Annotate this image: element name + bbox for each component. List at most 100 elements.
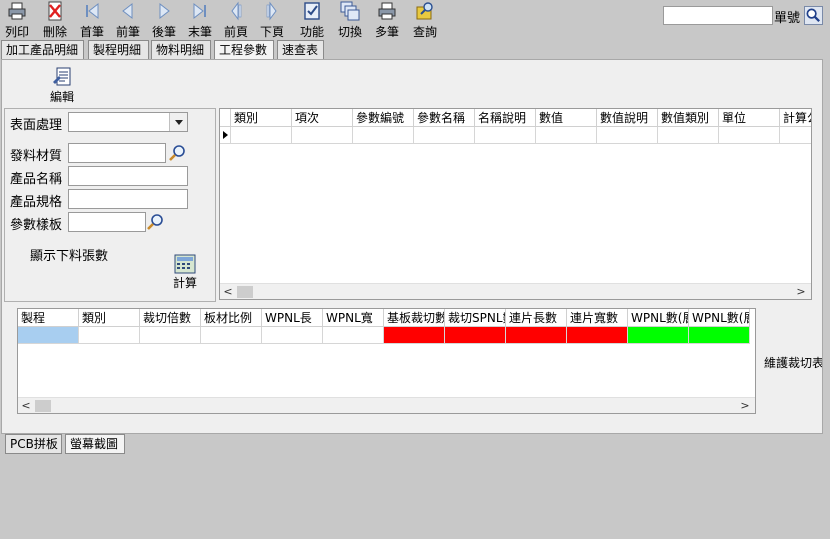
column-header[interactable]: 數值 [536, 109, 597, 127]
grid-cell[interactable] [445, 327, 506, 344]
maintain-cut-table-label[interactable]: 維護裁切表 [764, 354, 822, 371]
row-indicator[interactable] [220, 127, 231, 144]
grid-cell[interactable] [18, 327, 79, 344]
horizontal-scrollbar[interactable]: < > [18, 397, 755, 413]
column-header[interactable]: 連片長數 [506, 309, 567, 327]
material-input[interactable] [68, 143, 166, 163]
product-spec-label: 產品規格 [10, 195, 63, 210]
column-header[interactable]: WPNL數(層 [689, 309, 750, 327]
grid-cell[interactable] [353, 127, 414, 144]
horizontal-scrollbar[interactable]: < > [220, 283, 811, 299]
tab-material-details[interactable]: 物料明細 [151, 40, 211, 60]
print-button[interactable]: 列印 [2, 1, 32, 39]
grid-cell[interactable] [658, 127, 719, 144]
column-header[interactable]: 製程 [18, 309, 79, 327]
material-search-icon[interactable] [168, 144, 187, 162]
column-header[interactable]: 裁切SPNL數 [445, 309, 506, 327]
grid-cell[interactable] [231, 127, 292, 144]
param-template-label: 參數樣板 [10, 218, 63, 233]
cutting-grid[interactable]: 製程 類別 裁切倍數 板材比例 WPNL長 WPNL寬 基板裁切數 裁切SPNL… [17, 308, 756, 414]
column-header[interactable]: 單位 [719, 109, 780, 127]
surface-treatment-select[interactable] [68, 112, 188, 132]
grid-cell[interactable] [384, 327, 445, 344]
scroll-right-icon[interactable]: > [793, 284, 809, 299]
column-header[interactable]: 類別 [231, 109, 292, 127]
calculate-button[interactable]: 計算 [168, 254, 202, 292]
column-header[interactable]: 板材比例 [201, 309, 262, 327]
grid-cell[interactable] [323, 327, 384, 344]
table-row[interactable] [18, 327, 755, 344]
query-button[interactable]: 查詢 [410, 1, 440, 39]
order-no-label: 單號 [774, 11, 801, 26]
tab-screenshot[interactable]: 螢幕截圖 [65, 434, 125, 454]
column-header[interactable]: WPNL寬 [323, 309, 384, 327]
column-header[interactable]: 計算公 [780, 109, 811, 127]
last-record-button[interactable]: 末筆 [185, 1, 215, 39]
column-header[interactable]: 參數名稱 [414, 109, 475, 127]
product-spec-input[interactable] [68, 189, 188, 209]
grid-cell[interactable] [628, 327, 689, 344]
column-header[interactable]: 名稱說明 [475, 109, 536, 127]
scroll-left-icon[interactable]: < [18, 398, 34, 413]
dropdown-button[interactable] [169, 113, 187, 131]
next-record-button[interactable]: 後筆 [149, 1, 179, 39]
column-header[interactable]: 連片寬數 [567, 309, 628, 327]
grid-cell[interactable] [597, 127, 658, 144]
tab-process-details[interactable]: 製程明細 [88, 40, 149, 60]
param-template-search-icon[interactable] [146, 213, 165, 231]
parameter-grid[interactable]: 類別 項次 參數編號 參數名稱 名稱說明 數值 數值說明 數值類別 單位 計算公… [219, 108, 812, 300]
tab-processed-product-details[interactable]: 加工產品明細 [1, 40, 84, 60]
column-header[interactable]: 類別 [79, 309, 140, 327]
grid-cell[interactable] [719, 127, 780, 144]
delete-button[interactable]: 刪除 [40, 1, 70, 39]
multi-record-icon [378, 2, 396, 20]
order-no-input[interactable] [663, 6, 773, 25]
row-pointer-icon [223, 131, 228, 139]
row-indicator-header [220, 109, 231, 127]
switch-icon [340, 1, 360, 21]
column-header[interactable]: 裁切倍數 [140, 309, 201, 327]
printer-icon [8, 2, 26, 20]
column-header[interactable]: WPNL長 [262, 309, 323, 327]
multi-record-button[interactable]: 多筆 [372, 1, 402, 39]
tab-pcb-panelization[interactable]: PCB拼板 [5, 434, 62, 454]
first-record-button[interactable]: 首筆 [77, 1, 107, 39]
tab-quick-lookup[interactable]: 速查表 [277, 40, 324, 60]
next-page-button[interactable]: 下頁 [257, 1, 287, 39]
next-record-label: 後筆 [151, 25, 176, 39]
switch-button[interactable]: 切換 [335, 1, 365, 39]
column-header[interactable]: 數值說明 [597, 109, 658, 127]
scroll-thumb[interactable] [35, 400, 51, 412]
column-header[interactable]: 數值類別 [658, 109, 719, 127]
function-label: 功能 [299, 25, 324, 39]
grid-cell[interactable] [567, 327, 628, 344]
column-header[interactable]: 參數編號 [353, 109, 414, 127]
scroll-right-icon[interactable]: > [737, 398, 753, 413]
edit-button[interactable]: 編輯 [46, 66, 78, 104]
column-header[interactable]: WPNL數(層 [628, 309, 689, 327]
order-search-button[interactable] [804, 6, 823, 25]
column-header[interactable]: 基板裁切數 [384, 309, 445, 327]
param-template-input[interactable] [68, 212, 146, 232]
grid-cell[interactable] [292, 127, 353, 144]
grid-cell[interactable] [140, 327, 201, 344]
function-button[interactable]: 功能 [297, 1, 327, 39]
scroll-thumb[interactable] [237, 286, 253, 298]
tab-engineering-parameters[interactable]: 工程參數 [214, 40, 274, 60]
grid-cell[interactable] [262, 327, 323, 344]
scroll-left-icon[interactable]: < [220, 284, 236, 299]
previous-page-button[interactable]: 前頁 [221, 1, 251, 39]
grid-cell[interactable] [414, 127, 475, 144]
grid-cell[interactable] [780, 127, 811, 144]
product-name-input[interactable] [68, 166, 188, 186]
grid-cell[interactable] [506, 327, 567, 344]
grid-cell[interactable] [201, 327, 262, 344]
grid-cell[interactable] [536, 127, 597, 144]
multi-record-label: 多筆 [374, 25, 399, 39]
grid-cell[interactable] [689, 327, 750, 344]
material-label: 發料材質 [10, 149, 63, 164]
grid-cell[interactable] [475, 127, 536, 144]
column-header[interactable]: 項次 [292, 109, 353, 127]
grid-cell[interactable] [79, 327, 140, 344]
previous-record-button[interactable]: 前筆 [113, 1, 143, 39]
